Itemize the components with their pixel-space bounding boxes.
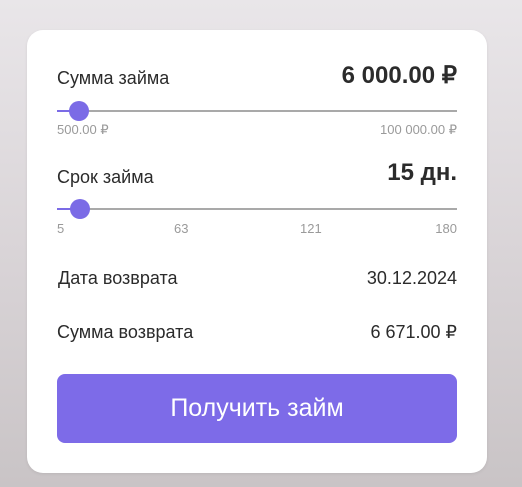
return-amount-value: 6 671.00 ₽ bbox=[370, 322, 457, 342]
loan-term-slider-thumb[interactable] bbox=[69, 199, 90, 219]
loan-term-tick-1: 5 bbox=[57, 221, 65, 236]
loan-term-slider[interactable] bbox=[57, 199, 457, 219]
loan-amount-slider-thumb[interactable] bbox=[69, 101, 89, 121]
loan-amount-value: 6 000.00 ₽ bbox=[341, 62, 457, 89]
loan-term-tick-2: 63 bbox=[174, 221, 189, 236]
return-date-label: Дата возврата bbox=[58, 268, 178, 288]
loan-term-tick-4: 180 bbox=[435, 221, 457, 236]
loan-amount-min: 500.00 ₽ bbox=[57, 122, 109, 137]
loan-amount-label: Сумма займа bbox=[57, 68, 170, 88]
loan-term-value: 15 дн. bbox=[387, 159, 457, 186]
get-loan-button[interactable]: Получить займ bbox=[57, 374, 457, 443]
loan-term-label: Срок займа bbox=[57, 167, 154, 187]
loan-amount-slider[interactable] bbox=[57, 101, 457, 121]
return-date-value: 30.12.2024 bbox=[366, 268, 457, 288]
loan-calculator-card: Сумма займа 6 000.00 ₽ 500.00 ₽ 100 000.… bbox=[27, 30, 487, 473]
loan-amount-max: 100 000.00 ₽ bbox=[380, 122, 457, 137]
return-amount-label: Сумма возврата bbox=[57, 322, 194, 342]
loan-term-tick-3: 121 bbox=[300, 221, 322, 236]
